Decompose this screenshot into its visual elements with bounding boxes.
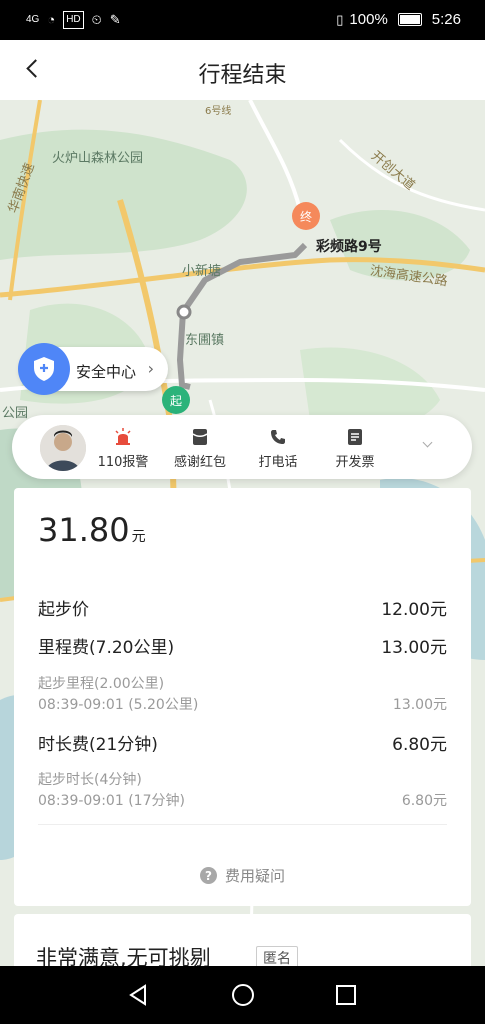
question-icon: ? [199,867,217,884]
home-circle-icon[interactable] [228,980,258,1010]
fare-amount: 31.80 [38,511,130,549]
page-title: 行程结束 [198,63,287,88]
hd-icon: HD [63,11,84,29]
system-nav-bar [0,966,485,1024]
thank-red-envelope-label: 感谢红包 [173,455,226,470]
app-notification-icon: ✎ [109,12,121,27]
fare-item-value: 13.00元 [381,638,447,658]
alarm-110-label: 110报警 [97,455,149,470]
fare-question-link[interactable]: ? 费用疑问 [14,865,471,886]
map-label-line6: 6号线 [205,106,232,117]
map-label-xiaoxintang: 小新塘 [182,264,222,279]
map-label-destination: 彩频路9号 [316,239,382,255]
driver-actions-bar: 110报警 感谢红包 打电话 开发票 [12,415,472,479]
battery-icon [397,13,422,26]
safety-center-label: 安全中心 [76,363,137,381]
fare-detail-value: 6.80元 [401,793,447,809]
map-label-gongyuan: 公园 [2,406,29,421]
start-pin-label: 起 [169,393,182,408]
shield-icon [18,343,70,395]
chevron-down-icon[interactable] [420,437,436,453]
start-pin-icon: 起 [162,386,190,414]
battery-percent: 100% [349,11,388,28]
call-driver-label: 打电话 [258,455,298,470]
red-envelope-icon [168,427,232,447]
vibrate-icon: ▯ [336,11,344,27]
safety-center-button[interactable]: 安全中心 › [18,343,168,395]
status-bar: 4G ◔ HD ⏲ ✎ ▯ 100% 5:26 [0,0,485,40]
invoice-label: 开发票 [335,455,375,470]
divider [38,824,447,825]
fare-detail-label: 08:39-09:01 (5.20公里) [38,697,199,713]
fare-detail-distance-line1: 起步里程(2.00公里) [38,673,447,693]
fare-detail-label: 起步时长(4分钟) [38,772,142,788]
map-label-donghuzhen: 东圃镇 [185,333,225,348]
chevron-right-icon: › [147,359,154,378]
alarm-clock-icon: ⏲ [91,12,102,27]
fare-item-label: 时长费(21分钟) [38,735,158,755]
driver-avatar[interactable] [40,425,86,471]
end-pin-label: 终 [299,209,312,224]
fare-item-value: 12.00元 [381,600,447,620]
fare-detail-duration-line2: 08:39-09:01 (17分钟) 6.80元 [38,790,447,810]
fare-item-duration: 时长费(21分钟) 6.80元 [38,730,447,755]
fare-item-base: 起步价 12.00元 [38,595,447,620]
fare-item-label: 里程费(7.20公里) [38,638,175,658]
fare-card: 31.80 元 起步价 12.00元 里程费(7.20公里) 13.00元 起步里… [14,488,471,906]
fare-detail-label: 起步里程(2.00公里) [38,676,165,692]
clock: 5:26 [431,11,461,28]
recents-square-icon[interactable] [331,980,361,1010]
phone-icon [246,427,310,447]
fare-item-distance: 里程费(7.20公里) 13.00元 [38,633,447,658]
invoice-button[interactable]: 开发票 [323,427,387,470]
thank-red-envelope-button[interactable]: 感谢红包 [168,427,232,470]
fare-item-label: 起步价 [38,600,89,620]
invoice-icon [323,427,387,447]
signal-icon: 4G [26,14,40,25]
alarm-icon [91,427,155,447]
call-driver-button[interactable]: 打电话 [246,427,310,470]
fare-total: 31.80 元 [38,511,146,549]
fare-detail-label: 08:39-09:01 (17分钟) [38,793,185,809]
fare-detail-distance-line2: 08:39-09:01 (5.20公里) 13.00元 [38,694,447,714]
end-pin-icon: 终 [292,202,320,230]
fare-item-value: 6.80元 [392,735,447,755]
fare-question-label: 费用疑问 [224,867,285,885]
review-card[interactable]: 非常满意,无可挑剔 匿名 [14,914,471,974]
header-bar: 行程结束 [0,40,485,100]
wifi-icon: ◔ [47,12,56,27]
fare-detail-value: 13.00元 [392,697,447,713]
map-label-park: 火炉山森林公园 [52,151,144,166]
back-triangle-icon[interactable] [124,980,154,1010]
fare-unit: 元 [131,529,146,545]
fare-detail-duration-line1: 起步时长(4分钟) [38,769,447,789]
alarm-110-button[interactable]: 110报警 [91,427,155,470]
